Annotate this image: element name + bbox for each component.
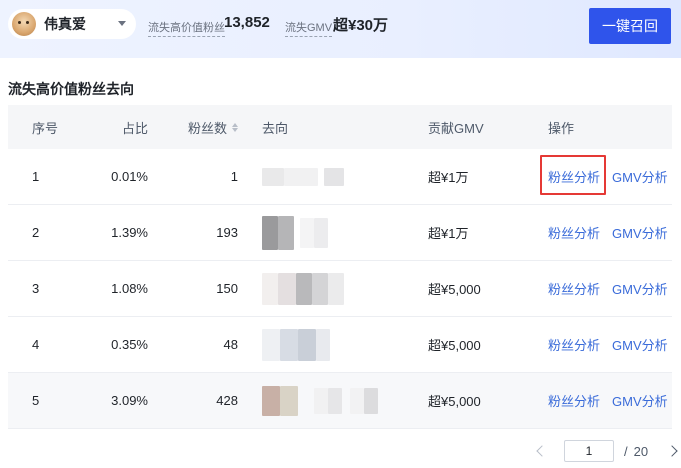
row-gmv: 超¥5,000 [428,394,481,409]
col-header-fans[interactable]: 粉丝数 [148,118,238,137]
row-fans: 428 [216,393,238,408]
page-total: 20 [633,443,649,459]
table-row: 2 1.39% 193 超¥1万 粉丝分析 GMV分析 [8,205,672,261]
row-ratio: 1.08% [111,281,148,296]
account-switcher[interactable]: 伟真爱 [8,9,136,39]
gmv-analysis-link[interactable]: GMV分析 [612,279,668,298]
gmv-analysis-link[interactable]: GMV分析 [612,391,668,410]
avatar [12,12,36,36]
page-separator: / [624,443,628,459]
row-index: 3 [32,281,40,296]
col-header-gmv: 贡献GMV [428,120,484,136]
blurred-destination [262,215,328,250]
one-click-recall-button[interactable]: 一键召回 [589,8,671,44]
blurred-destination [262,167,344,186]
row-gmv: 超¥1万 [428,170,469,185]
highlight-box [540,155,606,195]
fan-analysis-link[interactable]: 粉丝分析 [548,223,600,242]
gmv-analysis-link[interactable]: GMV分析 [612,167,668,186]
lost-fans-value: 13,852 [224,14,270,31]
table-row: 4 0.35% 48 超¥5,000 粉丝分析 GMV分析 [8,317,672,373]
chevron-left-icon[interactable] [536,445,548,457]
page-input[interactable] [564,440,614,462]
row-fans: 48 [223,337,238,352]
lost-fans-label[interactable]: 流失高价值粉丝 [148,19,225,37]
row-destination[interactable] [238,385,428,416]
row-ratio: 0.01% [111,169,148,184]
row-gmv: 超¥5,000 [428,282,481,297]
header-bar: 伟真爱 流失高价值粉丝 13,852 流失GMV 超¥30万 一键召回 [0,0,681,58]
lost-gmv-label[interactable]: 流失GMV [285,19,333,37]
row-ratio: 3.09% [111,393,148,408]
table-row: 5 3.09% 428 超¥5,000 粉丝分析 GMV分析 [8,373,672,429]
row-destination[interactable] [238,215,428,250]
account-name: 伟真爱 [44,16,86,32]
blurred-destination [262,272,344,305]
row-index: 4 [32,337,40,352]
row-index: 5 [32,393,40,408]
row-destination[interactable] [238,272,428,305]
row-index: 2 [32,225,40,240]
col-header-ratio: 占比 [121,120,148,136]
col-header-actions: 操作 [548,120,575,136]
row-ratio: 0.35% [111,337,148,352]
row-fans: 193 [216,225,238,240]
chevron-down-icon[interactable] [118,21,126,26]
row-ratio: 1.39% [111,225,148,240]
fan-analysis-link[interactable]: 粉丝分析 [548,279,600,298]
row-gmv: 超¥5,000 [428,338,481,353]
gmv-analysis-link[interactable]: GMV分析 [612,335,668,354]
row-gmv: 超¥1万 [428,226,469,241]
lost-gmv-value: 超¥30万 [333,17,389,34]
fan-analysis-link[interactable]: 粉丝分析 [548,391,600,410]
fan-analysis-link[interactable]: 粉丝分析 [548,335,600,354]
blurred-destination [262,385,378,416]
blurred-destination [262,328,330,361]
section-title: 流失高价值粉丝去向 [8,81,134,97]
row-fans: 1 [230,169,238,184]
table-row: 3 1.08% 150 超¥5,000 粉丝分析 GMV分析 [8,261,672,317]
row-destination[interactable] [238,328,428,361]
table-header: 序号 占比 粉丝数 去向 贡献GMV 操作 [8,105,672,149]
col-header-index: 序号 [32,120,59,136]
chevron-right-icon[interactable] [666,445,678,457]
gmv-analysis-link[interactable]: GMV分析 [612,223,668,242]
row-index: 1 [32,169,40,184]
row-fans: 150 [216,281,238,296]
table-row: 1 0.01% 1 超¥1万 粉丝分析 GMV分析 [8,149,672,205]
fans-destination-table: 序号 占比 粉丝数 去向 贡献GMV 操作 1 0.01% 1 超¥1万 粉丝分… [8,105,672,429]
pagination: / 20 [536,440,678,462]
col-header-destination: 去向 [262,120,289,136]
row-destination[interactable] [238,167,428,186]
